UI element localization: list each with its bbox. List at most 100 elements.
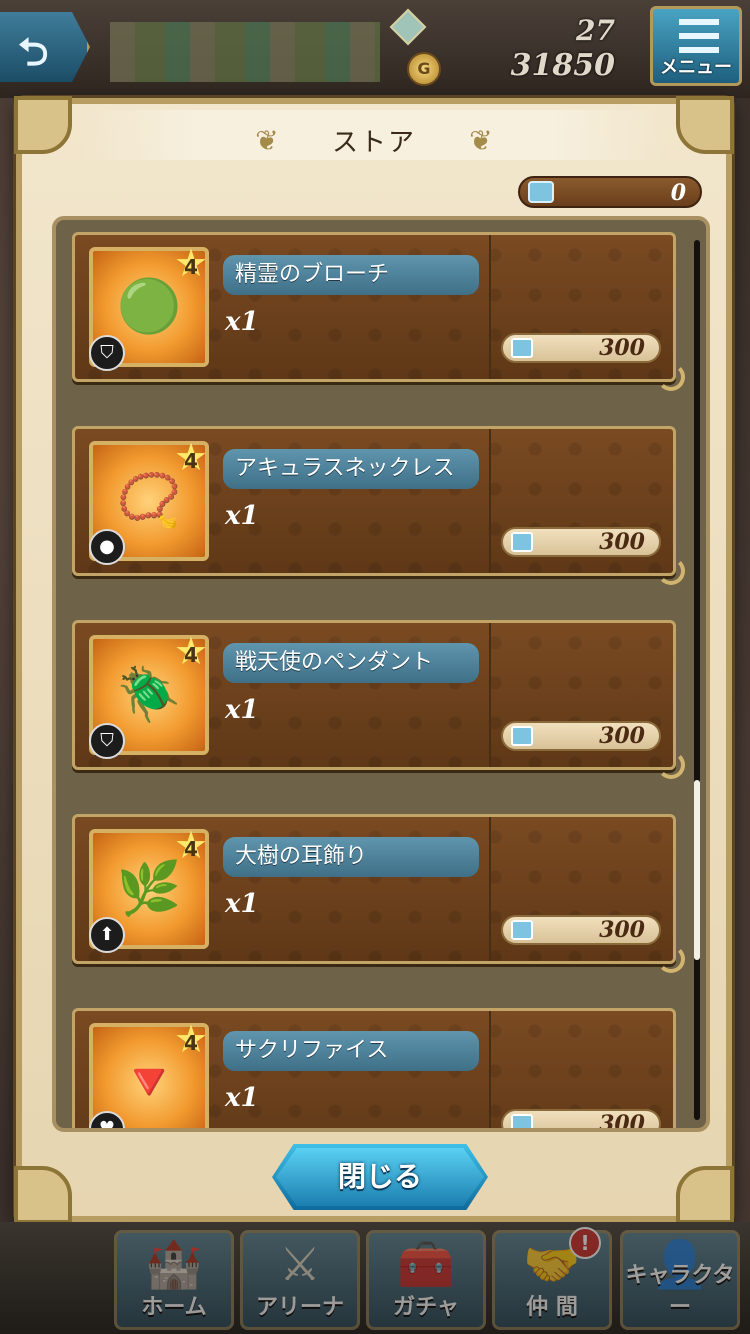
hamburger-icon (679, 19, 719, 53)
price-button[interactable]: 300 (501, 527, 661, 557)
crystal-icon (511, 532, 533, 552)
item-icon[interactable]: 🔻 ★ 4 ♥ (89, 1019, 209, 1128)
item-list[interactable]: 🔻 ★ 4 ♥ サクリファイス x1 300 🌿 ★ 4 ⬆ 大樹の耳飾り x1 3… (52, 216, 710, 1132)
crystal-icon (511, 1114, 533, 1128)
scrollbar[interactable] (694, 240, 700, 1120)
rarity-value: 4 (184, 643, 198, 667)
ornament-corner (676, 96, 734, 154)
flourish-right-icon: ❦ (469, 124, 493, 157)
shield-icon: ⛉ (89, 723, 125, 759)
back-arrow-icon: ⮌ (18, 30, 49, 74)
divider (489, 623, 491, 767)
notification-badge: ! (569, 1227, 601, 1259)
item-quantity: x1 (225, 307, 259, 337)
ornament-curl (657, 363, 685, 391)
store-dialog: ❦ ストア ❦ 0 🔻 ★ 4 ♥ サクリファイス x1 300 🌿 ★ 4 ⬆ 大… (14, 96, 734, 1224)
price-value: 300 (599, 723, 645, 749)
arrow-up-icon: ⬆ (89, 917, 125, 953)
item-icon[interactable]: 🟢 ★ 4 ⛉ (89, 243, 209, 371)
player-name-blurred (110, 22, 380, 82)
store-item[interactable]: 📿 ★ 4 ● アキュラスネックレス x1 300 (72, 426, 685, 585)
divider (489, 429, 491, 573)
price-button[interactable]: 300 (501, 915, 661, 945)
price-value: 300 (599, 529, 645, 555)
rarity-value: 4 (184, 1031, 198, 1055)
currency-balance: 0 (518, 176, 702, 208)
nav-label: キャラクター (625, 1263, 735, 1320)
close-button[interactable]: 閉じる (272, 1144, 488, 1210)
ornament-corner (14, 96, 72, 154)
star-icon: ★ 4 (171, 825, 211, 865)
item-quantity: x1 (225, 501, 259, 531)
menu-button[interactable]: メニュー (650, 6, 742, 86)
title-band: ❦ ストア ❦ (82, 110, 666, 160)
crystal-icon (511, 338, 533, 358)
shield-icon: ⛉ (89, 335, 125, 371)
star-icon: ★ 4 (171, 631, 211, 671)
stamina-value: 27 (576, 14, 615, 47)
price-value: 300 (599, 1111, 645, 1132)
ornament-corner (14, 1166, 72, 1224)
item-quantity: x1 (225, 695, 259, 725)
bottom-nav: 🏰 ホーム ⚔ アリーナ 🧰 ガチャ 🤝 仲 間 ! 👤 キャラクター (0, 1222, 750, 1334)
rarity-value: 4 (184, 837, 198, 861)
item-name: 精霊のブローチ (223, 255, 479, 295)
nav-item[interactable]: 🤝 仲 間 ! (492, 1227, 612, 1330)
item-icon[interactable]: 📿 ★ 4 ● (89, 437, 209, 565)
ornament-curl (657, 557, 685, 585)
price-button[interactable]: 300 (501, 333, 661, 363)
ornament-curl (657, 945, 685, 973)
nav-label: ガチャ (393, 1295, 459, 1320)
crystal-icon (511, 726, 533, 746)
star-icon: ★ 4 (171, 1019, 211, 1059)
divider (489, 817, 491, 961)
item-name: 戦天使のペンダント (223, 643, 479, 683)
crystal-icon (528, 181, 554, 203)
gold-coin-icon: G (407, 52, 441, 86)
rarity-value: 4 (184, 255, 198, 279)
nav-item[interactable]: 🧰 ガチャ (366, 1230, 486, 1330)
item-icon[interactable]: 🌿 ★ 4 ⬆ (89, 825, 209, 953)
scrollbar-thumb[interactable] (694, 780, 700, 960)
top-bar: ⮌ 27 G 31850 メニュー (0, 0, 750, 98)
heart-icon: ♥ (89, 1111, 125, 1128)
price-button[interactable]: 300 (501, 1109, 661, 1132)
star-icon: ★ 4 (171, 437, 211, 477)
item-quantity: x1 (225, 889, 259, 919)
store-item[interactable]: 🔻 ★ 4 ♥ サクリファイス x1 300 (72, 1008, 676, 1132)
store-item[interactable]: 🪲 ★ 4 ⛉ 戦天使のペンダント x1 300 (72, 620, 685, 779)
item-name: アキュラスネックレス (223, 449, 479, 489)
store-item[interactable]: 🟢 ★ 4 ⛉ 精霊のブローチ x1 300 (72, 232, 685, 391)
dialog-title: ストア (331, 128, 416, 158)
price-value: 300 (599, 335, 645, 361)
nav-item[interactable]: ⚔ アリーナ (240, 1230, 360, 1330)
price-button[interactable]: 300 (501, 721, 661, 751)
divider (489, 1011, 491, 1128)
item-quantity: x1 (225, 1083, 259, 1113)
currency-value: 0 (670, 180, 686, 206)
gem-icon (389, 8, 427, 46)
star-icon: ★ 4 (171, 243, 211, 283)
back-button[interactable]: ⮌ (0, 12, 90, 82)
ornament-curl (657, 751, 685, 779)
nav-item[interactable]: 🏰 ホーム (114, 1230, 234, 1330)
nav-label: ホーム (141, 1295, 207, 1320)
crystal-icon (511, 920, 533, 940)
castle-icon: 🏰 (145, 1237, 203, 1291)
close-label: 閉じる (337, 1160, 422, 1193)
nav-item[interactable]: 👤 キャラクター (620, 1230, 740, 1330)
divider (489, 235, 491, 379)
rarity-value: 4 (184, 449, 198, 473)
menu-label: メニュー (660, 57, 732, 78)
price-value: 300 (599, 917, 645, 943)
item-name: 大樹の耳飾り (223, 837, 479, 877)
nav-label: 仲 間 (526, 1295, 578, 1320)
swords-icon: ⚔ (279, 1237, 321, 1291)
item-icon[interactable]: 🪲 ★ 4 ⛉ (89, 631, 209, 759)
chest-icon: 🧰 (397, 1237, 455, 1291)
ornament-corner (676, 1166, 734, 1224)
item-name: サクリファイス (223, 1031, 479, 1071)
resource-panel: 27 G 31850 (389, 8, 625, 92)
gold-value: 31850 (510, 48, 615, 83)
store-item[interactable]: 🌿 ★ 4 ⬆ 大樹の耳飾り x1 300 (72, 814, 685, 973)
